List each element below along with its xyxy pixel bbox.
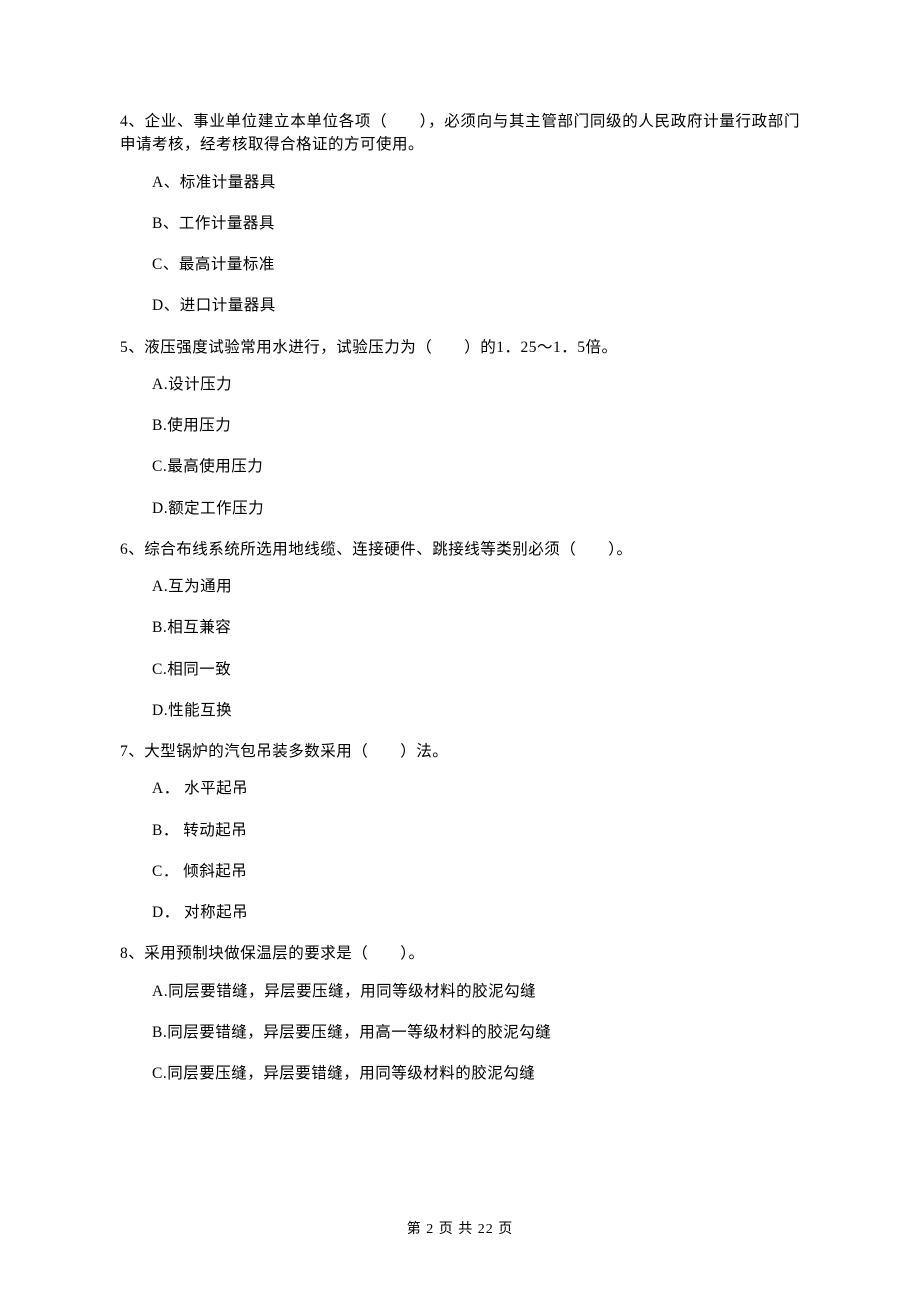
option-a: A、标准计量器具 [120, 171, 800, 194]
page-content: 4、企业、事业单位建立本单位各项（ ），必须向与其主管部门同级的人民政府计量行政… [0, 0, 920, 1085]
question-stem: 7、大型锅炉的汽包吊装多数采用（ ）法。 [120, 740, 800, 763]
question-options: A.同层要错缝，异层要压缝，用同等级材料的胶泥勾缝 B.同层要错缝，异层要压缝，… [120, 980, 800, 1086]
option-c: C.相同一致 [120, 658, 800, 681]
option-d: D.性能互换 [120, 699, 800, 722]
question-stem: 4、企业、事业单位建立本单位各项（ ），必须向与其主管部门同级的人民政府计量行政… [120, 110, 800, 157]
question-6: 6、综合布线系统所选用地线缆、连接硬件、跳接线等类别必须（ ）。 A.互为通用 … [120, 538, 800, 722]
option-a: A.互为通用 [120, 575, 800, 598]
option-c: C、最高计量标准 [120, 253, 800, 276]
option-d: D． 对称起吊 [120, 901, 800, 924]
question-8: 8、采用预制块做保温层的要求是（ ）。 A.同层要错缝，异层要压缝，用同等级材料… [120, 942, 800, 1085]
question-options: A． 水平起吊 B． 转动起吊 C． 倾斜起吊 D． 对称起吊 [120, 777, 800, 924]
option-a: A.同层要错缝，异层要压缝，用同等级材料的胶泥勾缝 [120, 980, 800, 1003]
question-options: A.互为通用 B.相互兼容 C.相同一致 D.性能互换 [120, 575, 800, 722]
option-a: A． 水平起吊 [120, 777, 800, 800]
option-a: A.设计压力 [120, 373, 800, 396]
question-options: A、标准计量器具 B、工作计量器具 C、最高计量标准 D、进口计量器具 [120, 171, 800, 318]
question-stem: 6、综合布线系统所选用地线缆、连接硬件、跳接线等类别必须（ ）。 [120, 538, 800, 561]
option-d: D、进口计量器具 [120, 294, 800, 317]
question-stem: 8、采用预制块做保温层的要求是（ ）。 [120, 942, 800, 965]
option-b: B.使用压力 [120, 414, 800, 437]
option-c: C． 倾斜起吊 [120, 860, 800, 883]
page-footer: 第 2 页 共 22 页 [0, 1219, 920, 1240]
option-b: B． 转动起吊 [120, 819, 800, 842]
option-c: C.最高使用压力 [120, 455, 800, 478]
question-5: 5、液压强度试验常用水进行，试验压力为（ ）的1．25～1．5倍。 A.设计压力… [120, 336, 800, 520]
option-b: B.同层要错缝，异层要压缝，用高一等级材料的胶泥勾缝 [120, 1021, 800, 1044]
question-7: 7、大型锅炉的汽包吊装多数采用（ ）法。 A． 水平起吊 B． 转动起吊 C． … [120, 740, 800, 924]
question-options: A.设计压力 B.使用压力 C.最高使用压力 D.额定工作压力 [120, 373, 800, 520]
option-c: C.同层要压缝，异层要错缝，用同等级材料的胶泥勾缝 [120, 1062, 800, 1085]
option-d: D.额定工作压力 [120, 497, 800, 520]
question-stem: 5、液压强度试验常用水进行，试验压力为（ ）的1．25～1．5倍。 [120, 336, 800, 359]
option-b: B.相互兼容 [120, 616, 800, 639]
option-b: B、工作计量器具 [120, 212, 800, 235]
question-4: 4、企业、事业单位建立本单位各项（ ），必须向与其主管部门同级的人民政府计量行政… [120, 110, 800, 318]
